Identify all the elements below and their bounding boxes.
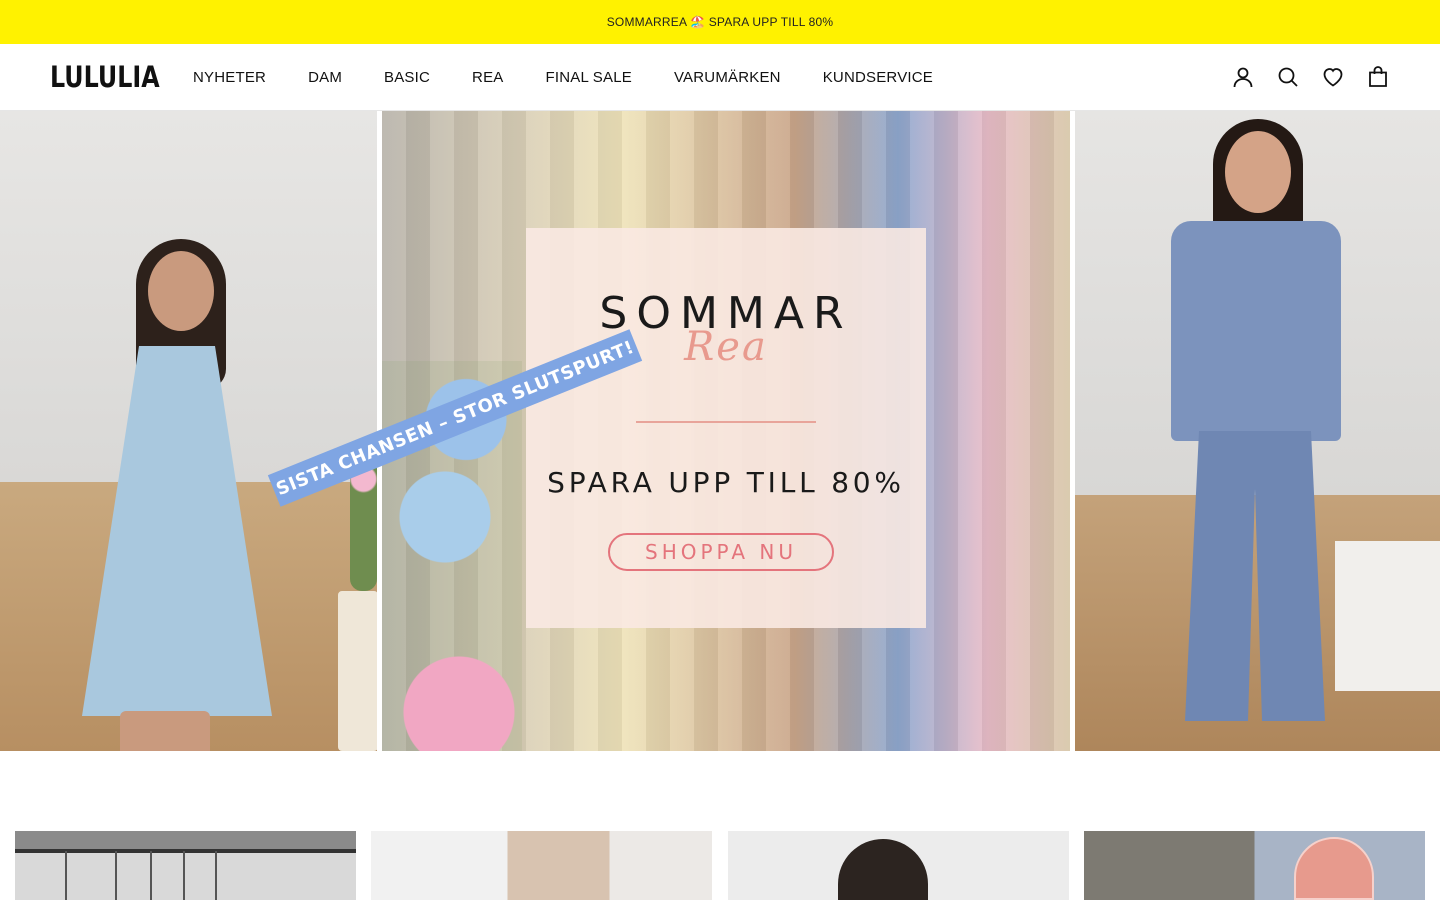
cart-bag-icon[interactable] — [1366, 65, 1390, 89]
shop-now-button[interactable]: SHOPPA NU — [608, 533, 834, 571]
nav-item-final-sale[interactable]: FINAL SALE — [545, 69, 631, 86]
hero-image-left — [0, 111, 377, 751]
hanger — [215, 851, 217, 900]
nav-item-nyheter[interactable]: NYHETER — [193, 69, 266, 86]
site-header: LULULIA NYHETER DAM BASIC REA FINAL SALE… — [0, 44, 1440, 111]
drink-cup — [1294, 837, 1375, 900]
nav-item-rea[interactable]: REA — [472, 69, 503, 86]
model-hair — [837, 839, 928, 900]
promo-card: SOMMAR Rea SPARA UPP TILL 80% SHOPPA NU — [526, 228, 926, 628]
vase-pedestal — [338, 591, 377, 751]
model-head-left — [148, 251, 214, 331]
hero-banner[interactable]: SOMMAR Rea SPARA UPP TILL 80% SHOPPA NU … — [0, 111, 1440, 751]
promo-divider — [636, 421, 816, 423]
nav-item-dam[interactable]: DAM — [308, 69, 342, 86]
hanger — [183, 851, 185, 900]
wishlist-heart-icon[interactable] — [1321, 65, 1345, 89]
header-icons — [1210, 65, 1390, 89]
model-pants-right — [1185, 431, 1325, 721]
hanger — [65, 851, 67, 900]
nav-item-varumarken[interactable]: VARUMÄRKEN — [674, 69, 781, 86]
category-card-2[interactable] — [371, 831, 713, 900]
hanger — [115, 851, 117, 900]
marble-cube — [1335, 541, 1440, 691]
nav-item-basic[interactable]: BASIC — [384, 69, 430, 86]
hero-image-right — [1075, 111, 1440, 751]
category-grid — [15, 831, 1425, 900]
hero-image-center: SOMMAR Rea SPARA UPP TILL 80% SHOPPA NU — [382, 111, 1070, 751]
category-card-4[interactable] — [1084, 831, 1425, 900]
account-icon[interactable] — [1231, 65, 1255, 89]
logo[interactable]: LULULIA — [50, 60, 160, 94]
main-nav: NYHETER DAM BASIC REA FINAL SALE VARUMÄR… — [193, 44, 975, 110]
model-head-right — [1225, 131, 1291, 213]
model-legs-left — [120, 711, 210, 751]
hanger — [150, 851, 152, 900]
announcement-text: SOMMARREA 🏖️ SPARA UPP TILL 80% — [606, 15, 834, 29]
category-card-3[interactable] — [727, 831, 1069, 900]
nav-item-kundservice[interactable]: KUNDSERVICE — [823, 69, 933, 86]
model-top-right — [1171, 221, 1341, 441]
announcement-bar[interactable]: SOMMARREA 🏖️ SPARA UPP TILL 80% — [0, 0, 1440, 44]
promo-subtitle: SPARA UPP TILL 80% — [547, 466, 905, 499]
search-icon[interactable] — [1276, 65, 1300, 89]
model-dress-left — [82, 346, 272, 716]
category-card-1[interactable] — [15, 831, 356, 900]
